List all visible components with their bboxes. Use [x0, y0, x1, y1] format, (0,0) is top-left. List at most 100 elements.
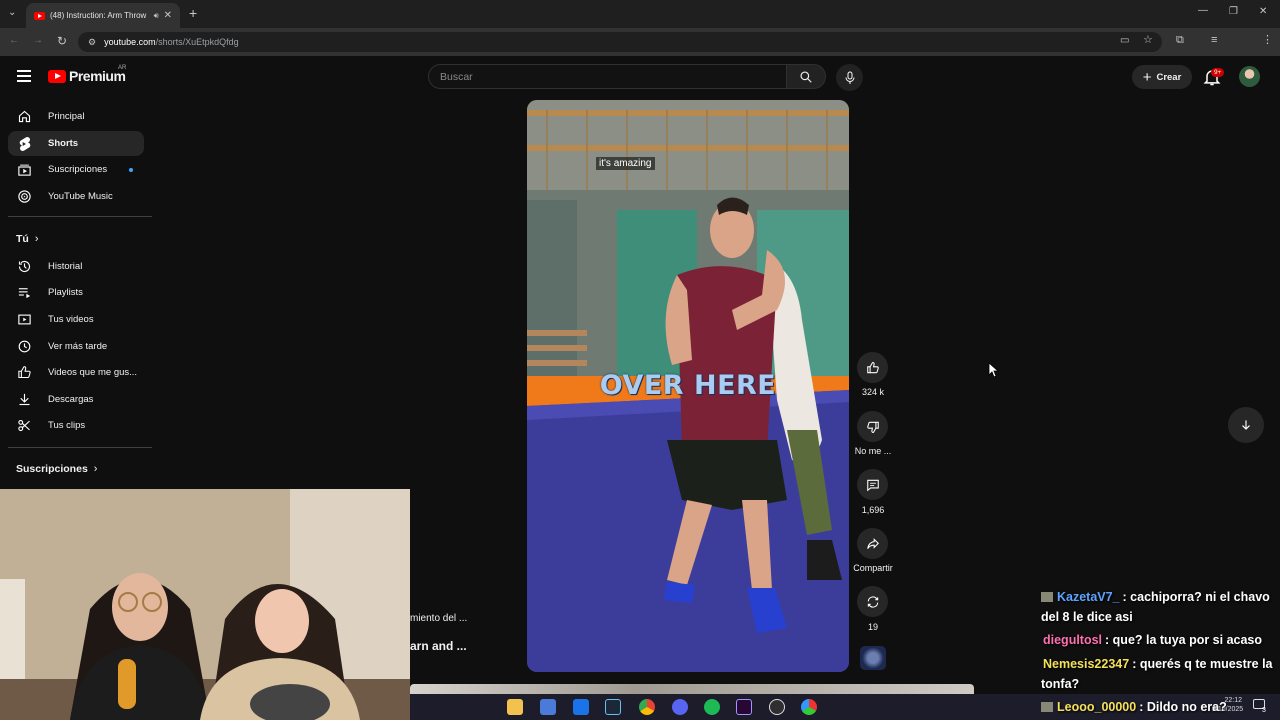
chat-message-continuation: tonfa?: [1041, 677, 1080, 691]
new-tab-button[interactable]: +: [189, 6, 197, 20]
tab-list-button[interactable]: ⌄: [8, 8, 16, 18]
chevron-right-icon: ›: [93, 463, 98, 475]
next-short-title-line: miento del ...: [410, 613, 468, 624]
sidebar-divider: [8, 447, 152, 448]
country-code: AR: [118, 65, 127, 71]
youtube-header: Premium AR Buscar + Crear: [0, 56, 1280, 98]
sidebar-item-descargas[interactable]: Descargas: [8, 387, 144, 412]
media-control-icon[interactable]: ≡: [1211, 35, 1217, 46]
sidebar-item-shorts[interactable]: Shorts: [8, 131, 144, 156]
dislike-button[interactable]: [857, 411, 888, 442]
sidebar-item-videos-que-me-gustan[interactable]: Videos que me gus...: [8, 360, 144, 385]
your-videos-icon: [16, 312, 32, 328]
outlook-icon[interactable]: [573, 699, 589, 715]
video-overlay-text: OVER HERE: [599, 370, 777, 401]
comment-icon: [866, 479, 879, 491]
sidebar-item-label: Shorts: [48, 138, 79, 149]
chrome-icon[interactable]: [639, 699, 655, 715]
cast-icon[interactable]: ▭: [1120, 36, 1129, 46]
sidebar-item-playlists[interactable]: Playlists: [8, 280, 144, 305]
remix-icon: [867, 595, 878, 608]
notification-badge: 9+: [1211, 68, 1225, 77]
downloads-icon: [16, 392, 32, 408]
channel-avatar[interactable]: [860, 646, 886, 670]
next-short-title-line[interactable]: arn and ...: [410, 639, 467, 653]
restore-button[interactable]: ❐: [1229, 7, 1238, 17]
spotify-icon[interactable]: [704, 699, 720, 715]
youtube-premium-logo[interactable]: Premium AR: [48, 65, 127, 84]
sidebar-item-historial[interactable]: Historial: [8, 254, 144, 279]
sidebar-item-label: YouTube Music: [48, 191, 113, 202]
notification-count: 3: [1262, 707, 1266, 714]
calculator-icon[interactable]: [540, 699, 556, 715]
sidebar-item-principal[interactable]: Principal: [8, 104, 144, 129]
sidebar-item-label: Historial: [48, 261, 83, 272]
file-explorer-icon[interactable]: [507, 699, 523, 715]
next-short-thumbnail[interactable]: [410, 684, 974, 694]
next-short-button[interactable]: [1228, 407, 1264, 443]
speaker-icon[interactable]: 🔊︎: [154, 11, 159, 20]
discord-icon[interactable]: [672, 699, 688, 715]
sidebar-heading-subscriptions[interactable]: Suscripciones ›: [16, 463, 97, 475]
tab-close-icon[interactable]: ✕: [164, 10, 172, 21]
browser-menu-icon[interactable]: ⋮: [1262, 35, 1273, 46]
liked-icon: [16, 365, 32, 381]
sidebar-item-tus-clips[interactable]: Tus clips: [8, 413, 144, 438]
create-button[interactable]: + Crear: [1132, 65, 1192, 89]
premiere-pro-icon[interactable]: [736, 699, 752, 715]
forward-button[interactable]: →: [33, 36, 43, 46]
new-content-dot: [129, 168, 133, 172]
tray-time: 22:12: [1224, 697, 1242, 704]
minimize-button[interactable]: —: [1198, 6, 1208, 16]
mouse-cursor-icon: [988, 362, 1000, 378]
sidebar-item-label: Suscripciones: [48, 164, 108, 175]
remix-button[interactable]: [857, 586, 888, 617]
extensions-icon[interactable]: ⧉: [1176, 35, 1184, 46]
like-button[interactable]: [857, 352, 888, 383]
playlists-icon: [16, 285, 32, 301]
obs-icon[interactable]: [769, 699, 785, 715]
youtube-music-icon: [16, 189, 32, 205]
youtube-logo-icon: [48, 69, 66, 83]
search-input[interactable]: Buscar: [428, 64, 788, 89]
browser-toolbar: ← → ↻ ⚙ youtube.com /shorts/XuEtpkdQfdg …: [0, 28, 1280, 76]
remix-count: 19: [867, 622, 878, 632]
tray-clock[interactable]: 22:12 9/10/2025: [1212, 696, 1244, 714]
browser-tab[interactable]: (48) Instruction: Arm Throw 🔊︎ ✕: [26, 3, 180, 28]
back-button[interactable]: ←: [9, 36, 19, 46]
share-label: Compartir: [853, 563, 893, 573]
browser-tab-bar: ⌄ (48) Instruction: Arm Throw 🔊︎ ✕ + — ❐…: [0, 0, 1280, 28]
shorts-icon: [16, 136, 32, 152]
sidebar-item-suscripciones[interactable]: Suscripciones: [8, 157, 144, 182]
account-avatar[interactable]: [1239, 66, 1260, 87]
chat-message-continuation: del 8 le dice asi: [1041, 610, 1133, 624]
sidebar-item-ver-mas-tarde[interactable]: Ver más tarde: [8, 334, 144, 359]
window-close-button[interactable]: ✕: [1259, 7, 1267, 17]
sidebar-item-tus-videos[interactable]: Tus videos: [8, 307, 144, 332]
search-button[interactable]: [786, 64, 826, 89]
create-label: Crear: [1156, 71, 1182, 83]
chat-text: : cachiporra? ni el chavo: [1122, 590, 1270, 604]
sidebar-heading-you[interactable]: Tú ›: [16, 233, 39, 245]
chat-message: KazetaV7_: cachiporra? ni el chavo: [1041, 587, 1270, 607]
subscriptions-heading: Suscripciones: [16, 463, 88, 475]
reload-button[interactable]: ↻: [57, 35, 67, 47]
chat-text: : que? la tuya por si acaso: [1105, 633, 1263, 647]
comments-button[interactable]: [857, 469, 888, 500]
address-bar[interactable]: ⚙ youtube.com /shorts/XuEtpkdQfdg: [78, 32, 1162, 52]
tray-date: 9/10/2025: [1212, 706, 1244, 713]
sidebar-item-label: Descargas: [48, 394, 94, 405]
voice-search-button[interactable]: [836, 64, 863, 91]
site-info-icon[interactable]: ⚙: [88, 37, 96, 47]
chat-message: diegultosl: que? la tuya por si acaso: [1043, 630, 1262, 650]
chat-username: Nemesis22347: [1043, 657, 1130, 671]
chat-message: Nemesis22347: querés q te muestre la: [1043, 654, 1273, 674]
steam-icon[interactable]: [605, 699, 621, 715]
comment-count: 1,696: [861, 505, 885, 515]
bookmark-star-icon[interactable]: ☆: [1143, 35, 1153, 46]
share-button[interactable]: [857, 528, 888, 559]
davinci-icon[interactable]: [801, 699, 817, 715]
hamburger-menu-icon[interactable]: [17, 70, 31, 82]
sidebar-item-youtube-music[interactable]: YouTube Music: [8, 184, 144, 209]
search-placeholder: Buscar: [440, 70, 473, 83]
